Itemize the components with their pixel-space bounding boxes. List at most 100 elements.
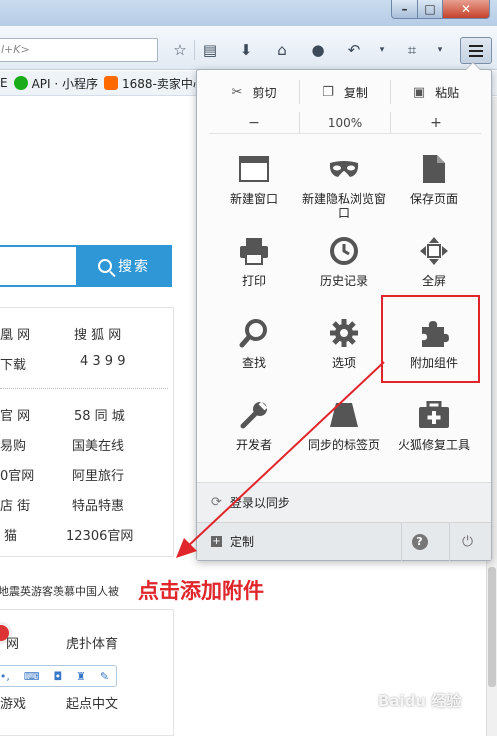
site-link[interactable]: 阿里旅行 bbox=[72, 465, 124, 484]
home-icon[interactable]: ⌂ bbox=[270, 39, 294, 61]
shirt-icon[interactable]: ♜ bbox=[76, 670, 86, 683]
bookmark-item[interactable]: 1688-卖家中心 bbox=[104, 75, 205, 92]
edit-controls: ✂ 剪切 ❐ 复制 ▣ 粘贴 bbox=[209, 80, 481, 104]
customize-plus-icon: + bbox=[211, 536, 222, 547]
print-button[interactable]: 打印 bbox=[207, 234, 301, 288]
keyboard-icon[interactable]: ⌨ bbox=[24, 670, 40, 683]
site-link[interactable]: 易购 bbox=[0, 435, 26, 454]
search-button-label: 搜索 bbox=[118, 259, 150, 275]
private-mask-icon bbox=[327, 152, 361, 186]
crop-dropdown-icon[interactable]: ▾ bbox=[428, 39, 452, 61]
addons-highlight-box bbox=[381, 295, 480, 383]
back-dropdown-icon[interactable]: ▾ bbox=[370, 39, 394, 61]
menu-icon bbox=[469, 44, 483, 57]
site-links-panel bbox=[0, 307, 174, 557]
main-menu-panel: ✂ 剪切 ❐ 复制 ▣ 粘贴 − 100% + 新建窗口 新建隐私浏览窗口 保存… bbox=[196, 62, 492, 561]
news-headline[interactable]: 地震英游客羡慕中国人被 bbox=[0, 583, 119, 599]
site-link[interactable]: 58 同 城 bbox=[74, 405, 125, 424]
site-link[interactable]: 特品特惠 bbox=[72, 495, 124, 514]
site-link[interactable]: 虎扑体育 bbox=[66, 633, 118, 652]
cut-label: 剪切 bbox=[252, 85, 277, 100]
reading-list-icon[interactable]: ▤ bbox=[198, 39, 222, 61]
crop-icon[interactable]: ⌗ bbox=[400, 39, 424, 61]
new-private-window-button[interactable]: 新建隐私浏览窗口 bbox=[297, 152, 391, 220]
help-button[interactable]: ? bbox=[401, 523, 437, 561]
maximize-button[interactable]: □ bbox=[417, 0, 443, 19]
wrench-icon[interactable]: ✎ bbox=[100, 670, 109, 683]
minimize-button[interactable]: – bbox=[391, 0, 418, 19]
history-button[interactable]: 历史记录 bbox=[297, 234, 391, 288]
synced-tabs-button[interactable]: 同步的标签页 bbox=[297, 398, 391, 452]
bookmark-label: E bbox=[0, 76, 8, 90]
open-menu-button[interactable] bbox=[460, 37, 492, 64]
site-link[interactable]: 搜 狐 网 bbox=[74, 324, 121, 343]
save-page-button[interactable]: 保存页面 bbox=[387, 152, 481, 206]
site-link[interactable]: 起点中文 bbox=[66, 693, 118, 712]
site-link[interactable]: 官 网 bbox=[0, 405, 30, 424]
site-link[interactable]: 国美在线 bbox=[72, 435, 124, 454]
bookmark-item[interactable]: E bbox=[0, 76, 8, 90]
customize-button[interactable]: 定制 bbox=[230, 533, 254, 550]
annotation-text: 点击添加附件 bbox=[138, 579, 264, 603]
download-icon[interactable]: ⬇ bbox=[234, 39, 258, 61]
clipboard-icon: ▣ bbox=[412, 84, 426, 100]
copy-icon: ❐ bbox=[322, 84, 334, 100]
site-link[interactable]: 下载 bbox=[0, 354, 26, 373]
menu-item-label: 新建窗口 bbox=[229, 192, 278, 206]
options-button[interactable]: 选项 bbox=[297, 316, 391, 370]
print-icon bbox=[237, 234, 271, 268]
site-link[interactable]: 游戏 bbox=[0, 693, 26, 712]
site-link[interactable]: 4 3 9 9 bbox=[80, 354, 125, 369]
back-icon[interactable]: ↶ bbox=[342, 39, 366, 61]
quit-button[interactable]: ⏻ bbox=[449, 523, 485, 561]
bag-icon[interactable]: ◘ bbox=[54, 670, 63, 683]
repair-tool-button[interactable]: 火狐修复工具 bbox=[387, 398, 481, 452]
menu-item-label: 开发者 bbox=[235, 438, 272, 452]
close-window-button[interactable]: ✕ bbox=[442, 0, 490, 19]
cut-button[interactable]: ✂ 剪切 bbox=[209, 80, 300, 104]
bookmark-label: API · 小程序 bbox=[31, 76, 99, 91]
menu-item-label: 新建隐私浏览窗口 bbox=[301, 192, 386, 220]
site-link[interactable]: 0官网 bbox=[0, 465, 34, 484]
navigation-toolbar: l+K> ☆ ▤ ⬇ ⌂ ● ↶ ▾ ⌗ ▾ bbox=[0, 26, 497, 70]
developer-button[interactable]: 开发者 bbox=[207, 398, 301, 452]
save-page-icon bbox=[417, 152, 451, 186]
address-bar[interactable]: l+K> bbox=[0, 38, 158, 62]
site-link[interactable]: 猫 bbox=[4, 525, 17, 544]
fullscreen-button[interactable]: 全屏 bbox=[387, 234, 481, 288]
copy-button[interactable]: ❐ 复制 bbox=[300, 80, 391, 104]
zoom-in-button[interactable]: + bbox=[391, 112, 481, 133]
chat-icon[interactable]: ● bbox=[306, 39, 330, 61]
zoom-out-button[interactable]: − bbox=[209, 112, 299, 133]
search-input[interactable] bbox=[0, 245, 76, 287]
fullscreen-icon bbox=[417, 234, 451, 268]
site-link[interactable]: 店 街 bbox=[0, 495, 30, 514]
star-icon[interactable]: ☆ bbox=[168, 39, 192, 61]
new-window-button[interactable]: 新建窗口 bbox=[207, 152, 301, 206]
site-link[interactable]: 网 bbox=[6, 633, 19, 652]
menu-item-label: 选项 bbox=[331, 356, 356, 370]
site-link[interactable]: 凰 网 bbox=[0, 324, 30, 343]
scrollbar-thumb[interactable] bbox=[488, 567, 496, 687]
wechat-icon bbox=[13, 76, 28, 90]
sync-label: 登录以同步 bbox=[229, 496, 290, 510]
help-icon: ? bbox=[411, 534, 428, 550]
site-link[interactable]: 12306官网 bbox=[66, 525, 133, 544]
power-icon: ⏻ bbox=[461, 534, 474, 550]
menu-item-label: 打印 bbox=[241, 274, 266, 288]
1688-icon bbox=[104, 76, 119, 90]
punctuation-icon[interactable]: •, bbox=[0, 670, 10, 683]
bookmark-item[interactable]: API · 小程序 bbox=[13, 75, 99, 92]
options-gear-icon bbox=[327, 316, 361, 350]
find-button[interactable]: 查找 bbox=[207, 316, 301, 370]
input-method-toolbar[interactable]: •, ⌨ ◘ ♜ ✎ bbox=[0, 665, 117, 687]
menu-item-label: 保存页面 bbox=[409, 192, 458, 206]
zoom-reset-button[interactable]: 100% bbox=[299, 112, 391, 133]
panel-arrow bbox=[465, 62, 481, 70]
title-bar: – □ ✕ bbox=[0, 0, 497, 26]
search-button[interactable]: 搜索 bbox=[76, 245, 172, 287]
paste-button[interactable]: ▣ 粘贴 bbox=[391, 80, 481, 104]
menu-item-label: 火狐修复工具 bbox=[397, 438, 470, 452]
sync-signin-button[interactable]: ⟳ 登录以同步 bbox=[197, 482, 491, 522]
bookmark-label: 1688-卖家中心 bbox=[122, 76, 205, 91]
